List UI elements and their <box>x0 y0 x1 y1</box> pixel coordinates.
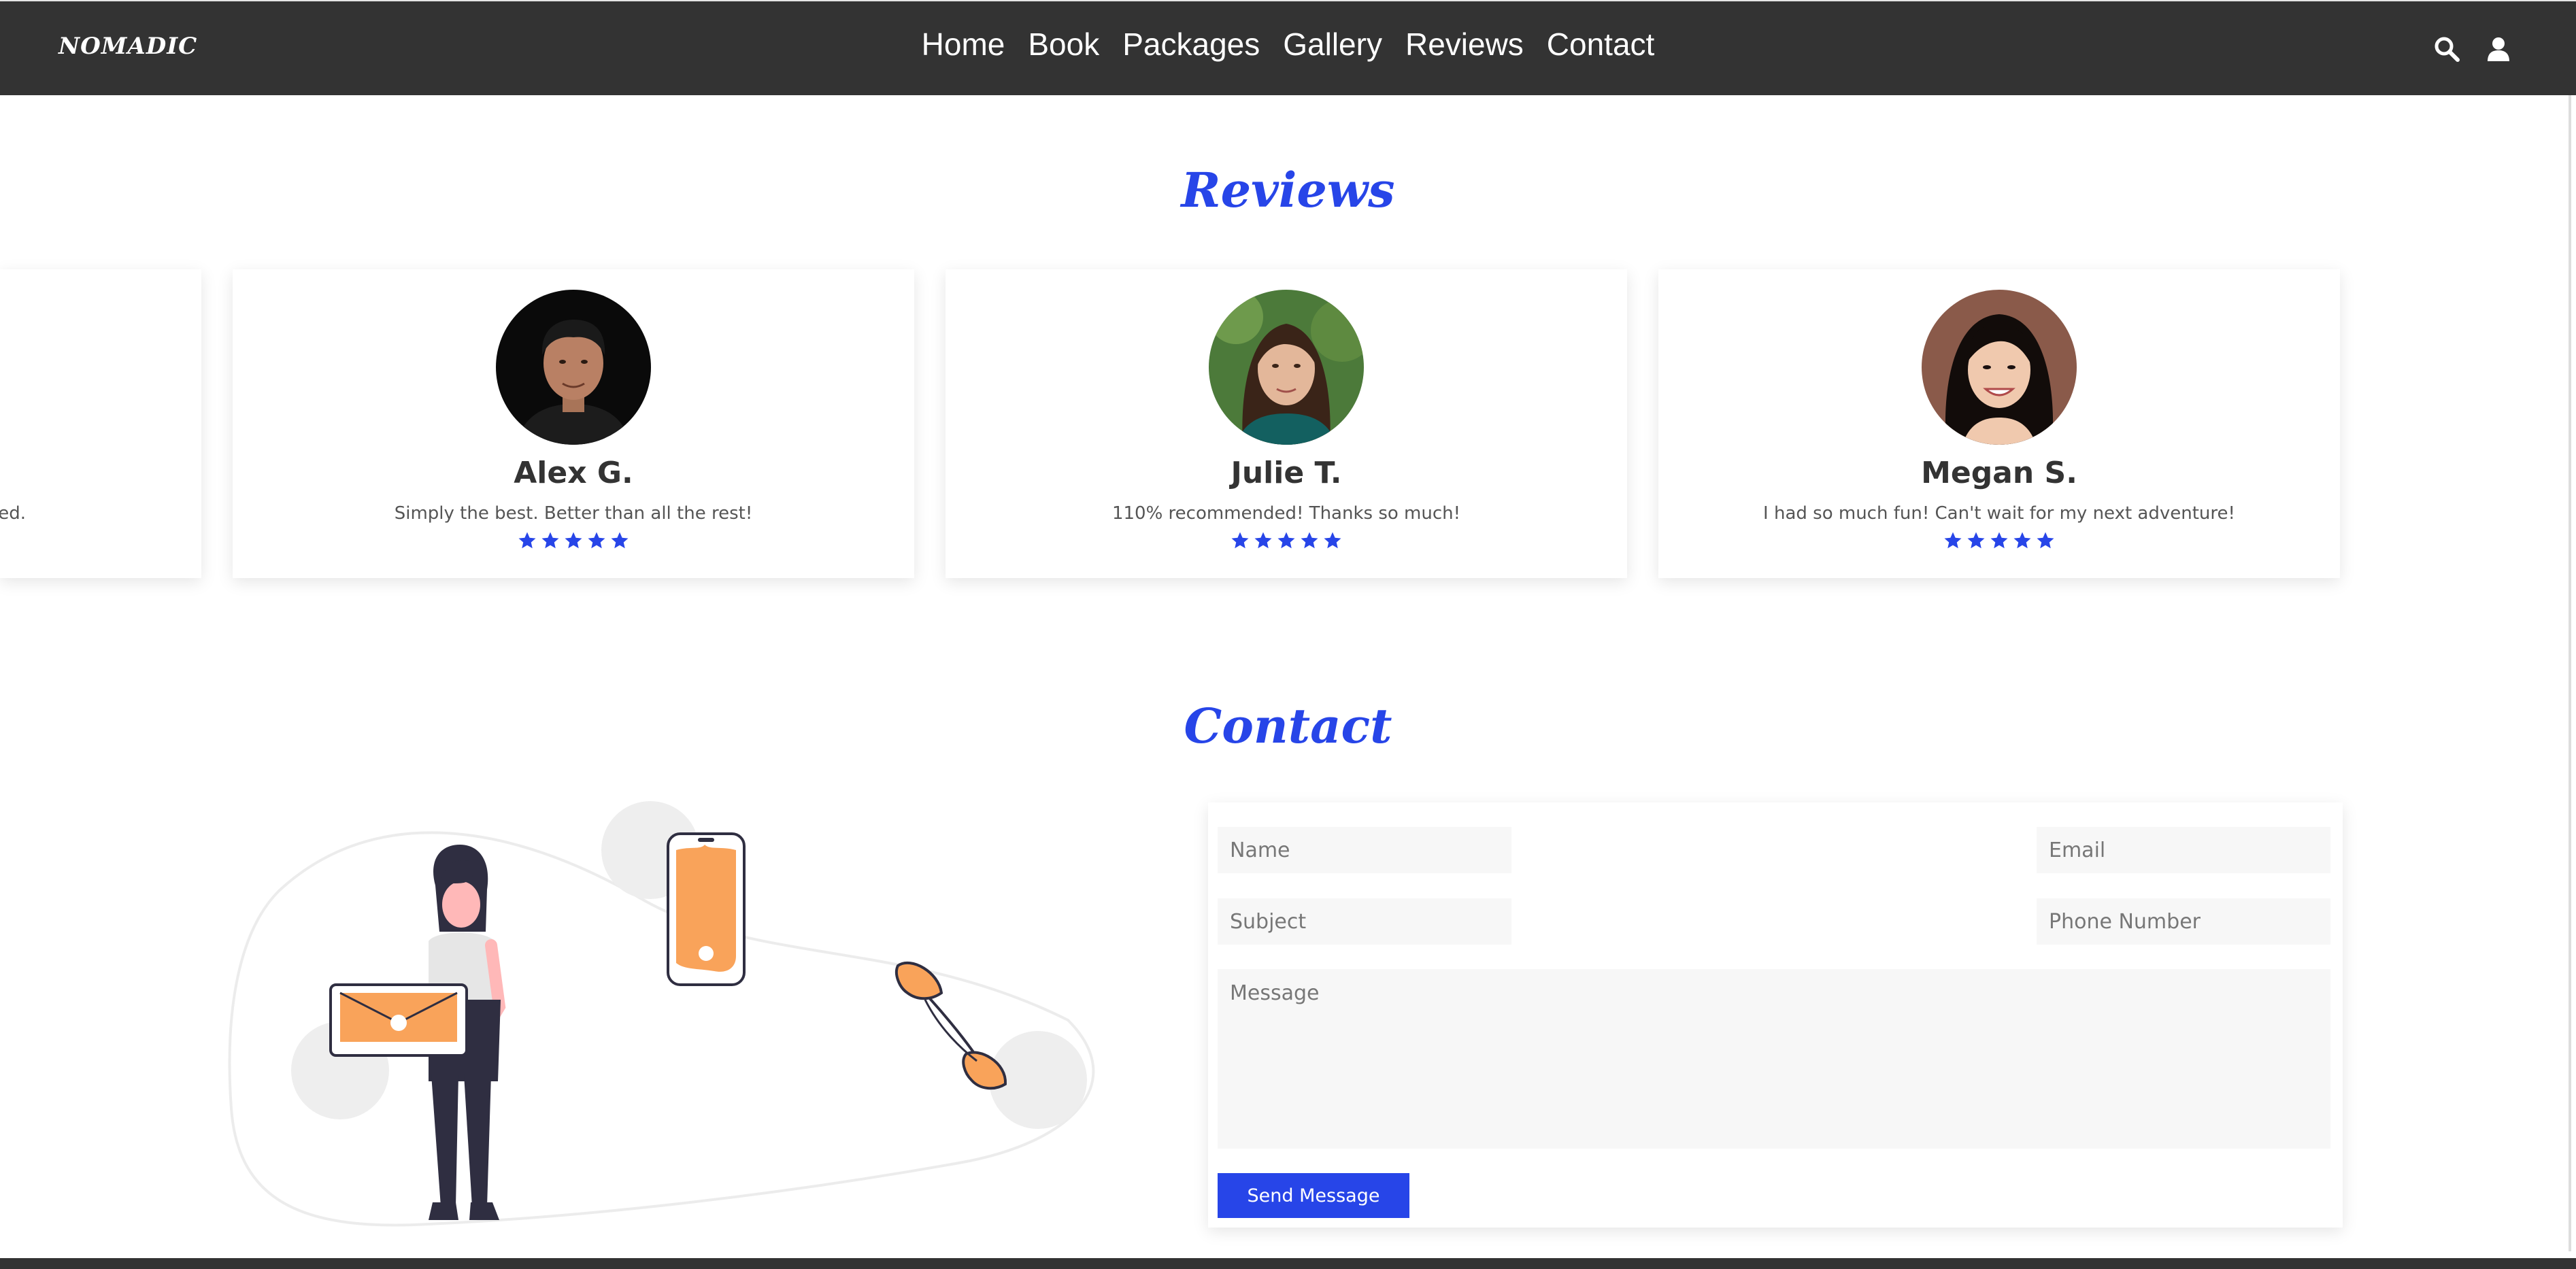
nav-link-reviews[interactable]: Reviews <box>1405 26 1524 63</box>
review-card: Alex G. Simply the best. Better than all… <box>233 269 914 578</box>
star-icon <box>1254 532 1272 549</box>
review-text: Simply the best. Better than all the res… <box>394 503 753 524</box>
review-card-partial: ed. <box>0 269 201 578</box>
star-icon <box>588 532 605 549</box>
avatar <box>496 290 651 445</box>
star-icon <box>1967 532 1985 549</box>
subject-input[interactable] <box>1218 898 1511 945</box>
review-name: Megan S. <box>1921 456 2077 490</box>
nav-icons <box>2433 35 2512 63</box>
review-name: Julie T. <box>1231 456 1342 490</box>
email-input[interactable] <box>2037 827 2330 873</box>
reviews-title: Reviews <box>1181 162 1395 218</box>
star-rating <box>946 530 1627 551</box>
nav-link-home[interactable]: Home <box>922 26 1005 63</box>
star-icon <box>1990 532 2008 549</box>
navbar: NOMADIC Home Book Packages Gallery Revie… <box>0 0 2576 95</box>
review-name: Alex G. <box>514 456 633 490</box>
star-icon <box>1324 532 1341 549</box>
star-icon <box>2013 532 2031 549</box>
avatar <box>1209 290 1364 445</box>
footer-bar <box>0 1258 2576 1269</box>
message-textarea[interactable] <box>1218 969 2330 1149</box>
search-icon[interactable] <box>2433 35 2460 63</box>
star-icon <box>1231 532 1249 549</box>
star-rating <box>233 530 914 551</box>
send-message-button[interactable]: Send Message <box>1218 1173 1409 1218</box>
nav-link-book[interactable]: Book <box>1028 26 1099 63</box>
contact-title: Contact <box>1184 698 1392 754</box>
review-text: 110% recommended! Thanks so much! <box>1111 503 1461 524</box>
review-card: Julie T. 110% recommended! Thanks so muc… <box>946 269 1627 578</box>
star-icon <box>611 532 629 549</box>
review-text: I had so much fun! Can't wait for my nex… <box>1763 503 2235 524</box>
nav-link-gallery[interactable]: Gallery <box>1283 26 1382 63</box>
nav-link-contact[interactable]: Contact <box>1547 26 1655 63</box>
star-icon <box>1301 532 1318 549</box>
contact-illustration <box>228 801 1095 1227</box>
star-rating <box>1658 530 2340 551</box>
star-icon <box>1944 532 1962 549</box>
phone-input[interactable] <box>2037 898 2330 945</box>
star-icon <box>1277 532 1295 549</box>
review-card: Megan S. I had so much fun! Can't wait f… <box>1658 269 2340 578</box>
star-icon <box>541 532 559 549</box>
contact-form: Send Message <box>1208 802 2343 1228</box>
nav-links: Home Book Packages Gallery Reviews Conta… <box>0 26 2576 63</box>
avatar <box>1922 290 2077 445</box>
nav-link-packages[interactable]: Packages <box>1122 26 1260 63</box>
review-text-partial: ed. <box>0 503 26 524</box>
star-icon <box>518 532 536 549</box>
page-edge <box>2569 95 2571 1251</box>
star-icon <box>2037 532 2054 549</box>
star-icon <box>565 532 582 549</box>
user-icon[interactable] <box>2485 35 2512 63</box>
name-input[interactable] <box>1218 827 1511 873</box>
